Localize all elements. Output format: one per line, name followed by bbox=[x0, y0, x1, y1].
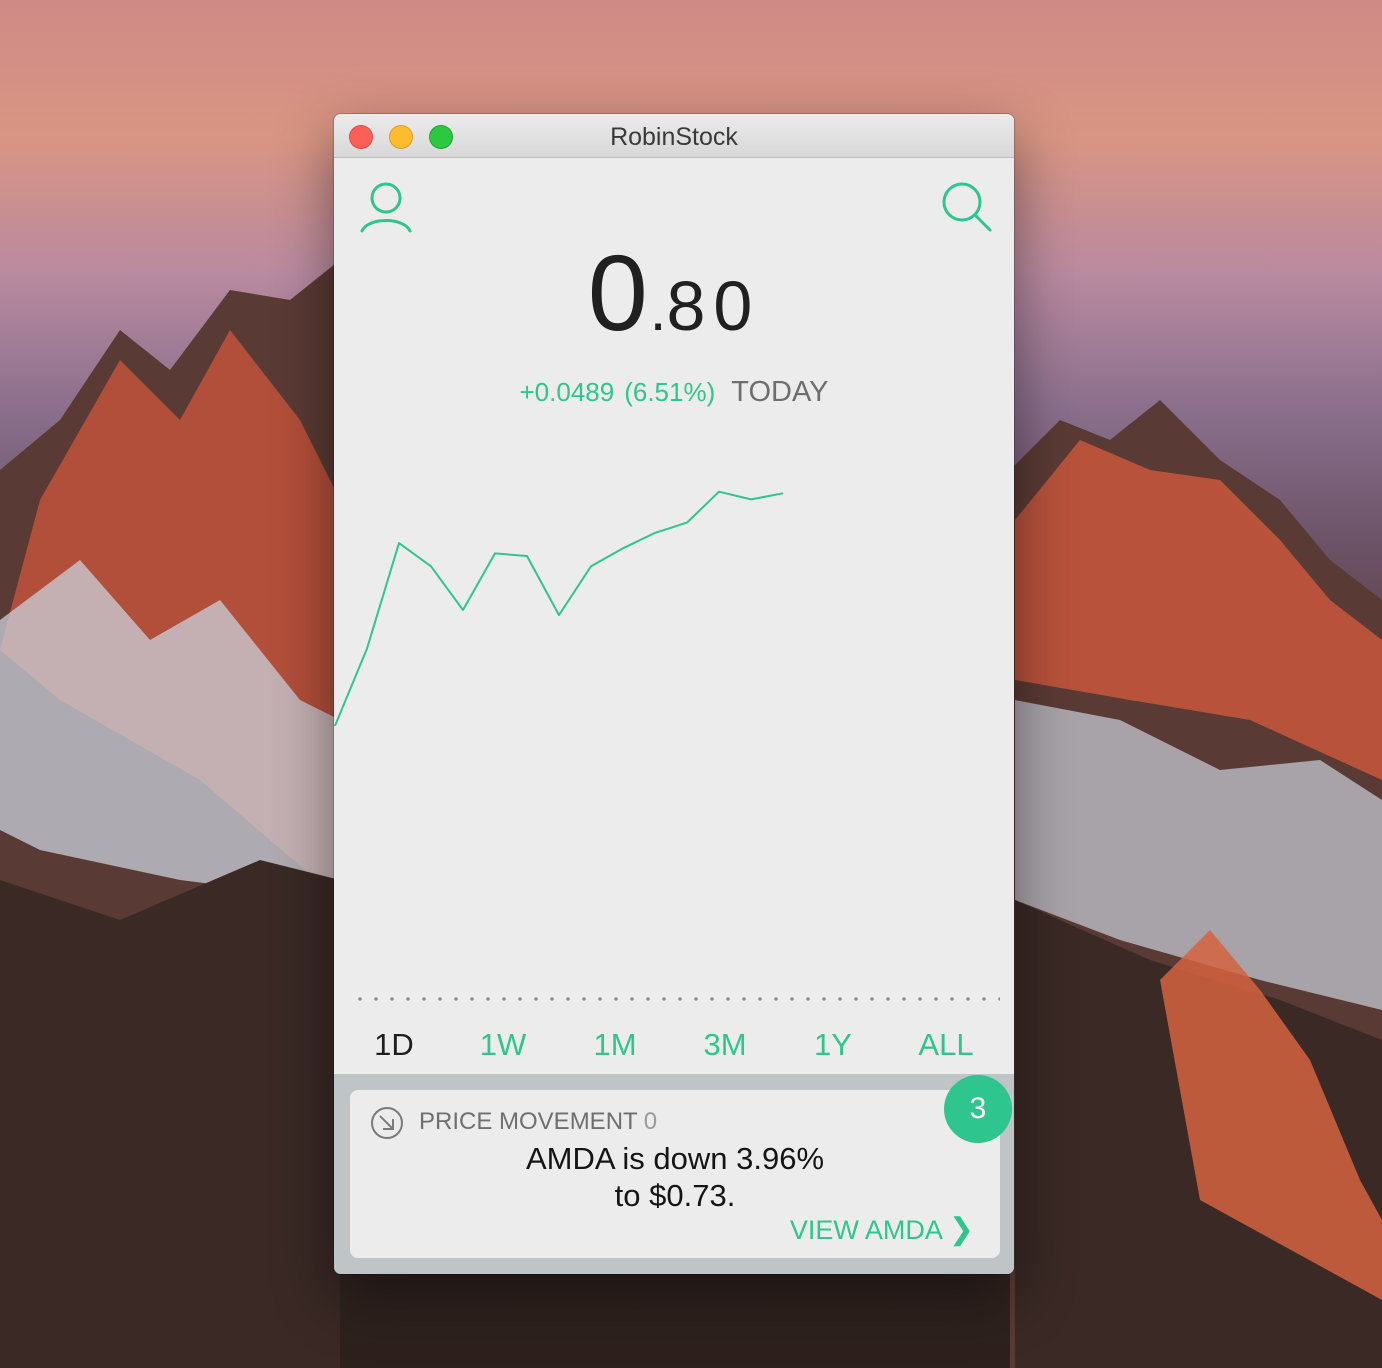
price-point bbox=[718, 491, 720, 493]
price-point bbox=[654, 532, 656, 534]
tab-label: ALL bbox=[918, 1027, 974, 1062]
price-point bbox=[366, 648, 368, 650]
user-icon[interactable] bbox=[358, 180, 414, 236]
title-bar: RobinStock bbox=[334, 114, 1014, 158]
window-title: RobinStock bbox=[610, 123, 738, 151]
change-period: TODAY bbox=[731, 376, 829, 408]
price-point bbox=[622, 547, 624, 549]
price-decimal: 80 bbox=[666, 267, 761, 345]
notification-category-count: 0 bbox=[643, 1108, 658, 1135]
baseline-dotted-line bbox=[352, 996, 1000, 1002]
notification-card[interactable]: PRICE MOVEMENT 0 AMDA is down 3.96% to $0… bbox=[350, 1090, 1000, 1258]
range-tabs: 1D 1W 1M 3M 1Y ALL bbox=[334, 1010, 1014, 1080]
price-point bbox=[398, 542, 400, 544]
change-percent: (6.51%) bbox=[624, 377, 716, 407]
tab-3m[interactable]: 3M bbox=[675, 1010, 775, 1076]
notification-tray: PRICE MOVEMENT 0 AMDA is down 3.96% to $0… bbox=[334, 1074, 1014, 1274]
price-point bbox=[782, 492, 784, 494]
price-chart bbox=[334, 490, 784, 727]
tab-1m[interactable]: 1M bbox=[565, 1010, 665, 1076]
tab-label: 3M bbox=[703, 1027, 747, 1062]
price-point bbox=[590, 565, 592, 567]
portfolio-value: 0.80 bbox=[334, 230, 1014, 355]
tab-1w[interactable]: 1W bbox=[453, 1010, 553, 1076]
price-line bbox=[334, 490, 784, 727]
tab-label: 1M bbox=[593, 1027, 637, 1062]
price-integer: 0 bbox=[587, 232, 650, 353]
price-separator: . bbox=[649, 276, 667, 343]
notification-line-2: to $0.73. bbox=[614, 1178, 736, 1213]
notification-line-1: AMDA is down 3.96% bbox=[525, 1141, 825, 1176]
notification-message: AMDA is down 3.96% to $0.73. bbox=[350, 1140, 1000, 1214]
notification-count-badge: 3 bbox=[944, 1075, 1012, 1143]
chevron-right-icon: ❯ bbox=[948, 1213, 974, 1246]
notification-category-label: PRICE MOVEMENT bbox=[419, 1108, 638, 1135]
price-point bbox=[526, 555, 528, 557]
price-point bbox=[750, 498, 752, 500]
view-amda-label: VIEW AMDA bbox=[789, 1215, 943, 1245]
price-point bbox=[462, 609, 464, 611]
tab-1y[interactable]: 1Y bbox=[783, 1010, 883, 1076]
price-point bbox=[430, 565, 432, 567]
tab-all[interactable]: ALL bbox=[896, 1010, 996, 1076]
view-amda-link[interactable]: VIEW AMDA ❯ bbox=[790, 1212, 974, 1247]
tab-1d[interactable]: 1D bbox=[344, 1010, 444, 1080]
price-point bbox=[494, 552, 496, 554]
price-point bbox=[558, 614, 560, 616]
price-point bbox=[334, 725, 336, 727]
arrow-down-right-icon bbox=[370, 1106, 404, 1140]
notification-category: PRICE MOVEMENT 0 bbox=[419, 1108, 657, 1136]
search-icon[interactable] bbox=[938, 180, 994, 236]
app-window: RobinStock 0.80 +0.0489 (6.51%) TODAY 1D 1W… bbox=[334, 114, 1014, 1274]
change-delta: +0.0489 bbox=[519, 377, 615, 407]
daily-change: +0.0489 (6.51%) TODAY bbox=[334, 376, 1014, 409]
tab-label: 1Y bbox=[814, 1027, 852, 1062]
tab-label: 1D bbox=[374, 1027, 414, 1062]
price-point bbox=[686, 522, 688, 524]
tab-label: 1W bbox=[479, 1027, 527, 1062]
main-content: 0.80 +0.0489 (6.51%) TODAY 1D 1W 1M 3M 1Y ALL P… bbox=[334, 158, 1014, 1274]
